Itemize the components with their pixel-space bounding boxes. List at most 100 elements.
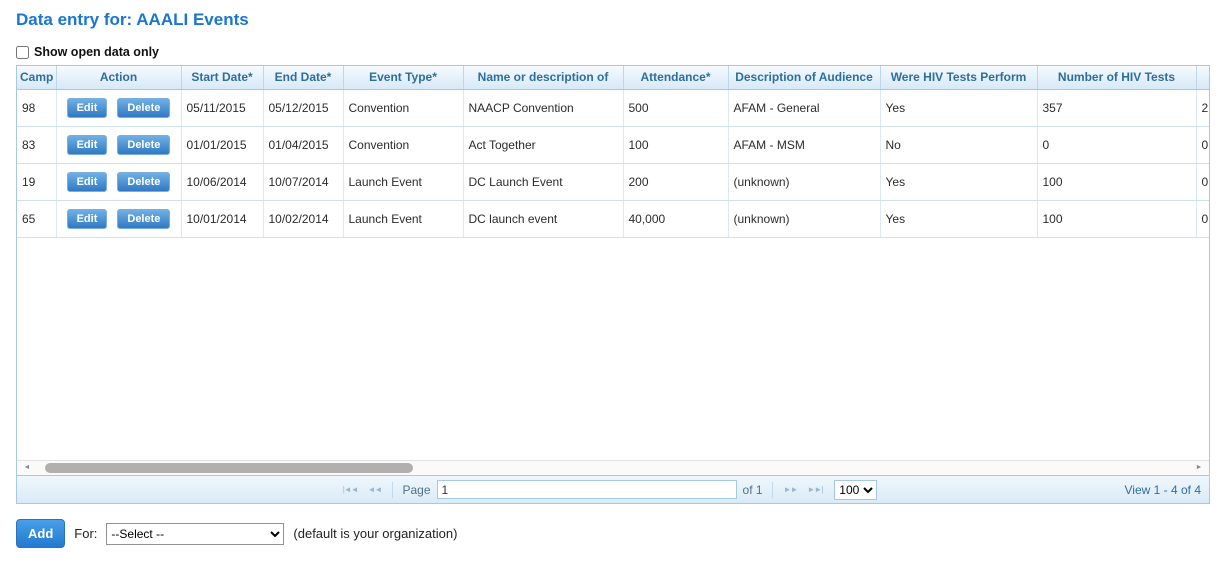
cell: 357	[1037, 89, 1196, 126]
scroll-left-arrow-icon[interactable]: ◄	[19, 461, 35, 475]
cell: 10/02/2014	[263, 200, 343, 237]
cell: (unknown)	[728, 200, 880, 237]
column-header-name-or-description-of[interactable]: Name or description of	[463, 66, 623, 89]
show-open-label: Show open data only	[34, 45, 159, 59]
column-header-action[interactable]: Action	[56, 66, 181, 89]
pager-separator	[772, 482, 773, 498]
events-table: CampActionStart Date*End Date*Event Type…	[17, 66, 1209, 238]
column-header-camp[interactable]: Camp	[17, 66, 56, 89]
scroll-right-arrow-icon[interactable]: ►	[1191, 461, 1207, 475]
cell: Launch Event	[343, 163, 463, 200]
column-header-attendance[interactable]: Attendance*	[623, 66, 728, 89]
cell: 0	[1196, 200, 1209, 237]
data-grid: CampActionStart Date*End Date*Event Type…	[16, 65, 1210, 504]
pager-right: View 1 - 4 of 4	[877, 483, 1209, 497]
view-range-label: View 1 - 4 of 4	[1125, 483, 1202, 497]
next-page-button[interactable]: ►►	[782, 485, 800, 494]
cell: 10/07/2014	[263, 163, 343, 200]
column-header-nu[interactable]: Nu	[1196, 66, 1209, 89]
cell: Launch Event	[343, 200, 463, 237]
edit-button[interactable]: Edit	[67, 172, 108, 192]
default-note: (default is your organization)	[293, 526, 457, 541]
cell: 05/11/2015	[181, 89, 263, 126]
edit-button[interactable]: Edit	[67, 209, 108, 229]
cell: No	[880, 126, 1037, 163]
horizontal-scrollbar-thumb[interactable]	[45, 463, 413, 473]
column-header-number-of-hiv-tests[interactable]: Number of HIV Tests	[1037, 66, 1196, 89]
cell: DC Launch Event	[463, 163, 623, 200]
cell: 2	[1196, 89, 1209, 126]
add-button[interactable]: Add	[16, 519, 65, 548]
cell: 0	[1037, 126, 1196, 163]
column-header-event-type[interactable]: Event Type*	[343, 66, 463, 89]
grid-body: 98 Edit Delete 05/11/201505/12/2015Conventi…	[17, 89, 1209, 237]
column-header-start-date[interactable]: Start Date*	[181, 66, 263, 89]
prev-page-button[interactable]: ◄◄	[366, 485, 384, 494]
action-cell: Edit Delete	[56, 200, 181, 237]
action-cell: Edit Delete	[56, 163, 181, 200]
horizontal-scrollbar[interactable]: ◄ ►	[17, 460, 1209, 475]
column-header-description-of-audience[interactable]: Description of Audience	[728, 66, 880, 89]
cell: 500	[623, 89, 728, 126]
page-number-input[interactable]	[437, 480, 737, 499]
cell: DC launch event	[463, 200, 623, 237]
cell: Act Together	[463, 126, 623, 163]
cell: (unknown)	[728, 163, 880, 200]
cell: 83	[17, 126, 56, 163]
cell: AFAM - MSM	[728, 126, 880, 163]
table-row[interactable]: 19 Edit Delete 10/06/201410/07/2014Launch E…	[17, 163, 1209, 200]
cell: Yes	[880, 163, 1037, 200]
cell: 65	[17, 200, 56, 237]
first-page-button[interactable]: |◄◄	[341, 485, 360, 494]
page-count-label: of 1	[743, 483, 763, 497]
action-cell: Edit Delete	[56, 126, 181, 163]
table-row[interactable]: 65 Edit Delete 10/01/201410/02/2014Launch E…	[17, 200, 1209, 237]
cell: 01/04/2015	[263, 126, 343, 163]
delete-button[interactable]: Delete	[117, 209, 170, 229]
cell: 98	[17, 89, 56, 126]
page-title: Data entry for: AAALI Events	[16, 10, 1210, 30]
cell: 100	[1037, 163, 1196, 200]
delete-button[interactable]: Delete	[117, 135, 170, 155]
table-row[interactable]: 98 Edit Delete 05/11/201505/12/2015Conventi…	[17, 89, 1209, 126]
cell: 100	[1037, 200, 1196, 237]
page: Data entry for: AAALI Events Show open d…	[0, 0, 1223, 548]
cell: 10/01/2014	[181, 200, 263, 237]
cell: 10/06/2014	[181, 163, 263, 200]
grid-viewport: CampActionStart Date*End Date*Event Type…	[17, 66, 1209, 460]
cell: 19	[17, 163, 56, 200]
delete-button[interactable]: Delete	[117, 172, 170, 192]
cell: 40,000	[623, 200, 728, 237]
edit-button[interactable]: Edit	[67, 135, 108, 155]
page-size-select[interactable]: 100	[834, 480, 877, 500]
cell: Yes	[880, 89, 1037, 126]
cell: NAACP Convention	[463, 89, 623, 126]
table-row[interactable]: 83 Edit Delete 01/01/201501/04/2015Conventi…	[17, 126, 1209, 163]
delete-button[interactable]: Delete	[117, 98, 170, 118]
cell: 0	[1196, 163, 1209, 200]
cell: 05/12/2015	[263, 89, 343, 126]
add-row: Add For: --Select -- (default is your or…	[16, 519, 1210, 548]
cell: Convention	[343, 89, 463, 126]
cell: 200	[623, 163, 728, 200]
grid-header-row: CampActionStart Date*End Date*Event Type…	[17, 66, 1209, 89]
cell: Convention	[343, 126, 463, 163]
cell: Yes	[880, 200, 1037, 237]
action-cell: Edit Delete	[56, 89, 181, 126]
column-header-end-date[interactable]: End Date*	[263, 66, 343, 89]
pager: |◄◄ ◄◄ Page of 1 ►► ►►| 100 View 1 - 4 o…	[17, 475, 1209, 503]
pager-separator	[392, 482, 393, 498]
for-select[interactable]: --Select --	[106, 523, 284, 545]
page-label: Page	[402, 483, 430, 497]
cell: 100	[623, 126, 728, 163]
show-open-data-toggle[interactable]: Show open data only	[16, 45, 159, 59]
last-page-button[interactable]: ►►|	[805, 485, 824, 494]
cell: 01/01/2015	[181, 126, 263, 163]
for-label: For:	[74, 526, 97, 541]
show-open-checkbox[interactable]	[16, 46, 29, 59]
cell: 0	[1196, 126, 1209, 163]
column-header-were-hiv-tests-perform[interactable]: Were HIV Tests Perform	[880, 66, 1037, 89]
edit-button[interactable]: Edit	[67, 98, 108, 118]
pager-controls: |◄◄ ◄◄ Page of 1 ►► ►►| 100	[341, 480, 878, 500]
cell: AFAM - General	[728, 89, 880, 126]
